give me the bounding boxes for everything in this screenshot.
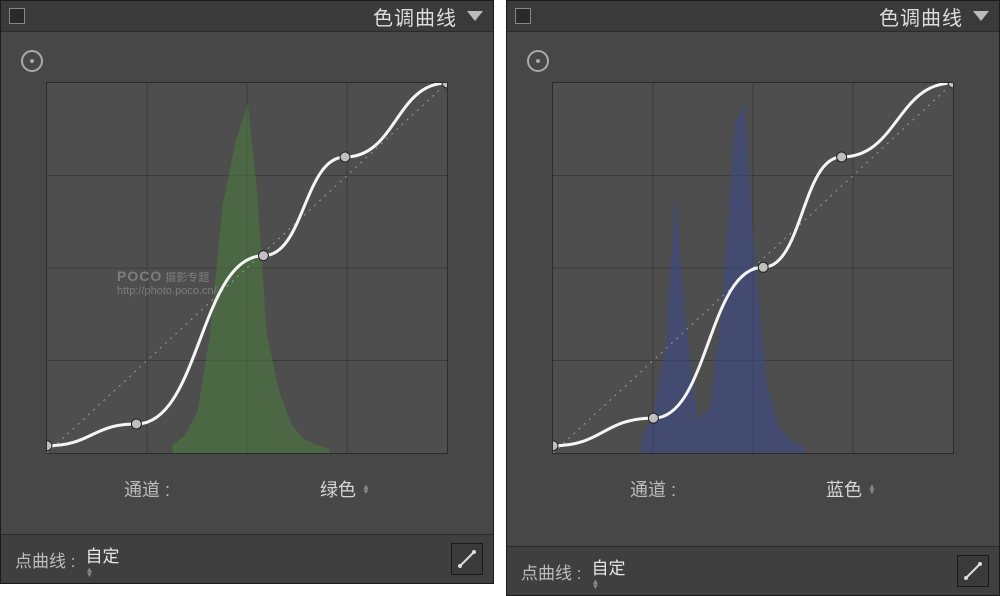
- panel-title: 色调曲线: [879, 2, 963, 31]
- stepper-icon: ▲▼: [362, 484, 370, 494]
- point-curve-dropdown[interactable]: 自定 ▲▼: [591, 554, 625, 589]
- chevron-down-icon[interactable]: [467, 11, 483, 21]
- panel-body: 通道 : 蓝色 ▲▼: [507, 32, 999, 546]
- point-curve-dropdown[interactable]: 自定 ▲▼: [85, 542, 119, 577]
- tone-curve-panel-blue: 色调曲线 通道 : 蓝色 ▲▼ 点曲线 : 自定 ▲▼: [506, 0, 1000, 596]
- point-curve-label: 点曲线 :: [521, 559, 581, 584]
- panel-body: POCO 摄影专题 http://photo.poco.cn/ 通道 : 绿色 …: [1, 32, 493, 534]
- panel-footer: 点曲线 : 自定 ▲▼: [507, 546, 999, 595]
- channel-dropdown[interactable]: 绿色 ▲▼: [320, 476, 370, 502]
- channel-label: 通道 :: [630, 476, 676, 502]
- panel-title: 色调曲线: [373, 2, 457, 31]
- tone-curve-panel-green: 色调曲线 POCO 摄影专题 http://photo.poco.cn/ 通道 …: [0, 0, 494, 584]
- target-adjust-icon[interactable]: [527, 50, 549, 72]
- channel-dropdown[interactable]: 蓝色 ▲▼: [826, 476, 876, 502]
- target-adjust-icon[interactable]: [21, 50, 43, 72]
- curve-editor[interactable]: POCO 摄影专题 http://photo.poco.cn/: [46, 82, 448, 454]
- channel-label: 通道 :: [124, 476, 170, 502]
- panel-header: 色调曲线: [507, 1, 999, 32]
- channel-row: 通道 : 绿色 ▲▼: [21, 454, 473, 520]
- stepper-icon: ▲▼: [85, 567, 119, 577]
- curve-editor[interactable]: [552, 82, 954, 454]
- stepper-icon: ▲▼: [591, 579, 625, 589]
- panel-toggle-checkbox[interactable]: [9, 8, 25, 24]
- point-curve-label: 点曲线 :: [15, 547, 75, 572]
- stepper-icon: ▲▼: [868, 484, 876, 494]
- edit-point-curve-button[interactable]: [957, 555, 989, 587]
- edit-point-curve-button[interactable]: [451, 543, 483, 575]
- chevron-down-icon[interactable]: [973, 11, 989, 21]
- panel-header: 色调曲线: [1, 1, 493, 32]
- panel-toggle-checkbox[interactable]: [515, 8, 531, 24]
- panel-footer: 点曲线 : 自定 ▲▼: [1, 534, 493, 583]
- channel-row: 通道 : 蓝色 ▲▼: [527, 454, 979, 520]
